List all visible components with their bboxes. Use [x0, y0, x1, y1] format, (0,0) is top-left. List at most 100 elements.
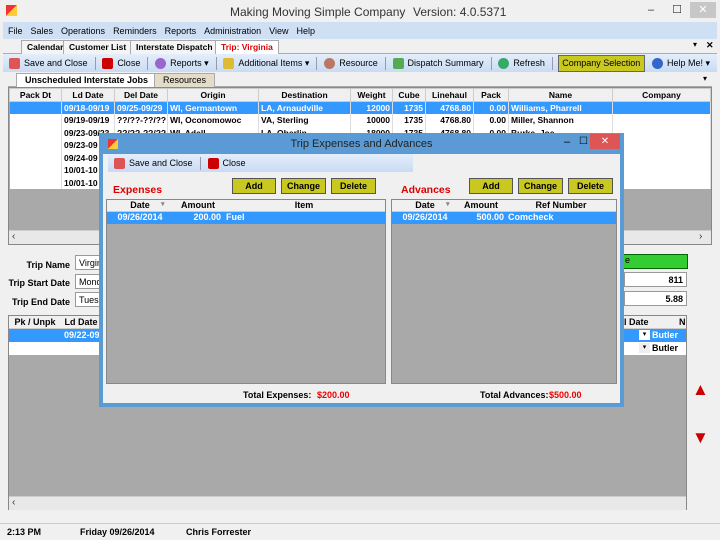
col-pack-dt[interactable]: Pack Dt — [9, 88, 62, 102]
tab-customer-list[interactable]: Customer List — [63, 40, 133, 54]
dispatch-summary-icon — [392, 57, 404, 69]
job-tabs: Unscheduled Interstate Jobs Resources ▾ — [8, 72, 712, 87]
maximize-button[interactable]: ☐ — [664, 2, 690, 18]
col-ld-date[interactable]: Ld Date — [61, 317, 101, 327]
change-expense-button[interactable]: Change — [281, 178, 326, 194]
menu-operations[interactable]: Operations — [61, 26, 105, 36]
col-name[interactable]: Name — [508, 88, 613, 102]
menu-view[interactable]: View — [269, 26, 288, 36]
expenses-grid: Date ▾ Amount Item 09/26/2014 200.00 Fue… — [106, 199, 386, 384]
col-pack[interactable]: Pack — [473, 88, 509, 102]
expense-amount: 200.00 — [193, 212, 221, 222]
refresh-button[interactable]: Refresh — [496, 57, 547, 69]
close-tab-icon[interactable]: ✕ — [706, 40, 714, 51]
resource-button[interactable]: Resource — [322, 57, 380, 69]
green-action-button[interactable]: e — [622, 254, 688, 269]
col-del-date[interactable]: Del Date — [114, 88, 168, 102]
col-company[interactable]: Company — [612, 88, 711, 102]
refresh-icon — [498, 57, 510, 69]
col-weight[interactable]: Weight — [350, 88, 393, 102]
close-label: Close — [117, 58, 141, 68]
main-toolbar: Save and Close Close Reports ▾ Additiona… — [3, 54, 717, 72]
sort-icon: ▾ — [446, 201, 450, 208]
trip-end-date-label: Trip End Date — [11, 297, 70, 307]
trip-expenses-dialog: Trip Expenses and Advances – ☐ ✕ Save an… — [99, 133, 624, 407]
minimize-button[interactable]: – — [638, 2, 664, 18]
job-row[interactable]: 09/19-09/19 ??/??-??/?? WI, Oconomowoc VA, … — [9, 114, 711, 127]
tabs-dropdown-icon[interactable]: ▾ — [693, 40, 697, 49]
job-cell — [9, 176, 62, 189]
trip-grid-scrollbar[interactable]: ‹ — [9, 496, 686, 510]
dropdown-icon[interactable]: ▾ — [703, 74, 707, 83]
menu-reports[interactable]: Reports — [165, 26, 197, 36]
dispatch-summary-button[interactable]: Dispatch Summary — [391, 57, 486, 69]
scroll-left-icon[interactable]: ‹ — [12, 497, 15, 508]
tab-interstate-dispatch[interactable]: Interstate Dispatch — [130, 40, 219, 54]
status-bar: 2:13 PM Friday 09/26/2014 Chris Forreste… — [0, 523, 720, 540]
col-destination[interactable]: Destination — [258, 88, 351, 102]
advances-grid: Date ▾ Amount Ref Number 09/26/2014 500.… — [391, 199, 617, 384]
close-button[interactable]: Close — [100, 57, 142, 69]
col-name[interactable]: N — [679, 317, 686, 327]
app-icon — [6, 5, 17, 16]
dialog-minimize-button[interactable]: – — [564, 136, 570, 148]
job-row[interactable]: 09/18-09/19 09/25-09/29 WI, Germantown LA, … — [9, 101, 711, 114]
additional-items-button[interactable]: Additional Items ▾ — [221, 57, 311, 69]
tab-unscheduled-interstate-jobs[interactable]: Unscheduled Interstate Jobs — [16, 73, 158, 87]
add-expense-button[interactable]: Add — [232, 178, 276, 194]
tab-trip-virginia[interactable]: Trip: Virginia — [215, 40, 279, 54]
add-advance-button[interactable]: Add — [469, 178, 513, 194]
dialog-close-toolbar-button[interactable]: Close — [206, 157, 248, 169]
expense-row[interactable]: 09/26/2014 200.00 Fuel — [107, 212, 385, 224]
job-cell: 1735 — [392, 101, 426, 114]
trip-field-1[interactable]: 811 — [624, 272, 687, 287]
menu-sales[interactable]: Sales — [31, 26, 54, 36]
job-cell: VA, Sterling — [258, 114, 351, 127]
job-cell: 0.00 — [473, 114, 509, 127]
col-linehaul[interactable]: Linehaul — [425, 88, 474, 102]
expense-item: Fuel — [226, 212, 245, 222]
col-amount[interactable]: Amount — [456, 200, 506, 210]
move-down-icon[interactable]: ▼ — [692, 428, 709, 448]
scroll-right-icon[interactable]: › — [699, 231, 702, 242]
job-cell — [612, 176, 711, 189]
total-expenses-label: Total Expenses: — [243, 390, 312, 400]
close-window-button[interactable]: ✕ — [690, 2, 716, 18]
dialog-maximize-button[interactable]: ☐ — [579, 136, 588, 147]
reports-button[interactable]: Reports ▾ — [153, 57, 211, 69]
col-amount[interactable]: Amount — [173, 200, 223, 210]
col-ld-date[interactable]: Ld Date — [61, 88, 115, 102]
scroll-left-icon[interactable]: ‹ — [12, 231, 15, 242]
col-pk-unpk[interactable]: Pk / Unpk — [9, 317, 61, 327]
help-button[interactable]: Help Me! ▾ — [650, 57, 712, 69]
col-origin[interactable]: Origin — [167, 88, 259, 102]
delete-expense-button[interactable]: Delete — [331, 178, 376, 194]
dropdown-icon[interactable]: ▾ — [639, 330, 650, 340]
dropdown-icon[interactable]: ▾ — [639, 343, 650, 353]
advance-row[interactable]: 09/26/2014 500.00 Comcheck — [392, 212, 616, 224]
trip-field-2[interactable]: 5.88 — [624, 291, 687, 306]
menu-file[interactable]: File — [8, 26, 23, 36]
save-and-close-button[interactable]: Save and Close — [7, 57, 90, 69]
col-ref-number[interactable]: Ref Number — [506, 200, 616, 210]
move-up-icon[interactable]: ▲ — [692, 380, 709, 400]
menu-reminders[interactable]: Reminders — [113, 26, 157, 36]
menu-help[interactable]: Help — [296, 26, 315, 36]
dialog-close-button[interactable]: ✕ — [590, 134, 620, 149]
tab-resources[interactable]: Resources — [154, 73, 216, 87]
status-time: 2:13 PM — [7, 527, 42, 537]
col-cube[interactable]: Cube — [392, 88, 426, 102]
col-item[interactable]: Item — [223, 200, 385, 210]
job-cell: 4768.80 — [425, 114, 474, 127]
change-advance-button[interactable]: Change — [518, 178, 563, 194]
delete-advance-button[interactable]: Delete — [568, 178, 613, 194]
save-icon — [114, 157, 125, 169]
total-advances-value: $500.00 — [549, 390, 582, 400]
job-cell: 0.00 — [473, 101, 509, 114]
trip-row-ld-date: 09/22-09 — [64, 330, 100, 340]
menu-administration[interactable]: Administration — [204, 26, 261, 36]
resource-icon — [324, 57, 336, 69]
dialog-save-and-close-button[interactable]: Save and Close — [112, 157, 195, 169]
job-cell — [612, 151, 711, 164]
company-selection-button[interactable]: Company Selection — [557, 54, 645, 72]
